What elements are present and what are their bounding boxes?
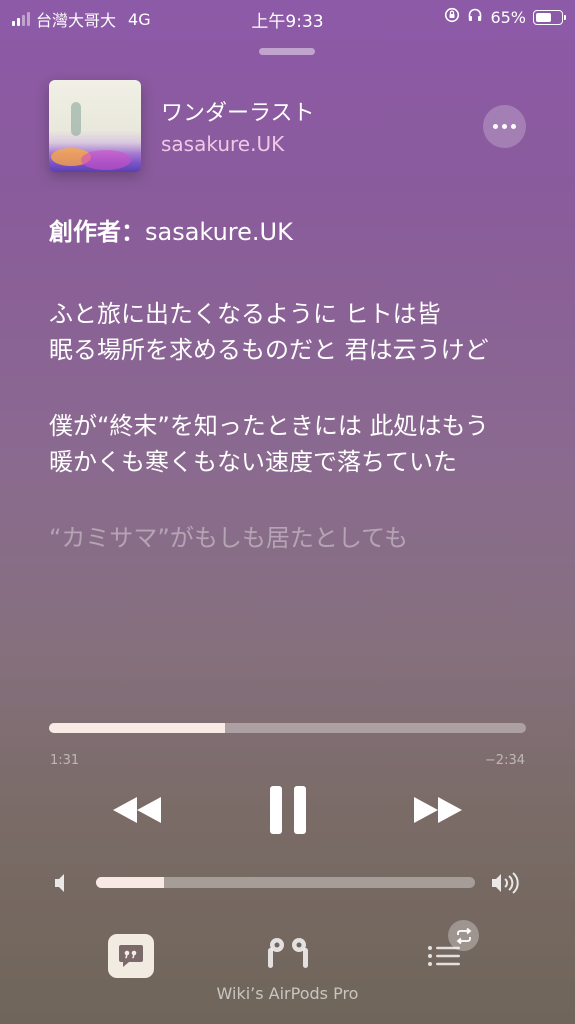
songwriter-credit: 創作者：sasakure.UK (49, 212, 293, 247)
lyrics-view[interactable]: ふと旅に出たくなるように ヒトは皆 眠る場所を求めるものだと 君は云うけど 僕が… (49, 296, 519, 556)
airpods-icon (268, 938, 308, 968)
output-device-name: Wiki’s AirPods Pro (216, 984, 359, 1003)
speaker-high-icon (490, 870, 524, 896)
airplay-button[interactable] (263, 936, 313, 972)
quote-bubble-icon (119, 945, 143, 967)
next-button[interactable] (409, 790, 467, 830)
elapsed-time: 1:31 (50, 753, 80, 768)
lyrics-button[interactable] (108, 934, 154, 978)
lyric-line[interactable]: 僕が“終末”を知ったときには 此処はもう (49, 408, 519, 444)
battery-percent: 65% (490, 7, 526, 27)
credit-label: 創作者： (49, 218, 145, 246)
repeat-indicator[interactable] (448, 920, 479, 951)
repeat-icon (456, 927, 471, 944)
pause-icon (270, 786, 306, 834)
status-right: 65% (444, 7, 566, 27)
playback-scrubber[interactable] (49, 723, 526, 733)
status-bar: 台灣大哥大 4G 上午9:33 65% (0, 0, 575, 34)
song-title: ワンダーラスト (161, 101, 315, 126)
song-artist[interactable]: sasakure.UK (161, 132, 284, 156)
orientation-lock-icon (444, 7, 460, 27)
speaker-low-icon (52, 872, 72, 894)
pause-button[interactable] (260, 780, 316, 840)
ellipsis-icon (493, 124, 498, 129)
previous-button[interactable] (108, 790, 166, 830)
album-artwork (49, 80, 141, 172)
lyric-line[interactable]: 暖かくも寒くもない速度で落ちていた (49, 444, 519, 480)
credit-name: sasakure.UK (145, 218, 293, 246)
volume-slider[interactable] (96, 877, 475, 888)
remaining-time: −2:34 (484, 753, 525, 768)
fast-forward-icon (414, 797, 462, 823)
battery-icon (533, 9, 566, 25)
lyric-line[interactable]: ふと旅に出たくなるように ヒトは皆 (49, 296, 519, 332)
rewind-icon (113, 797, 161, 823)
lyric-line[interactable]: 眠る場所を求めるものだと 君は云うけど (49, 332, 519, 368)
lyric-line[interactable]: “カミサマ”がもしも居たとしても (49, 520, 519, 556)
headphones-icon (467, 7, 483, 27)
sheet-grabber[interactable] (259, 48, 315, 55)
more-button[interactable] (483, 105, 526, 148)
